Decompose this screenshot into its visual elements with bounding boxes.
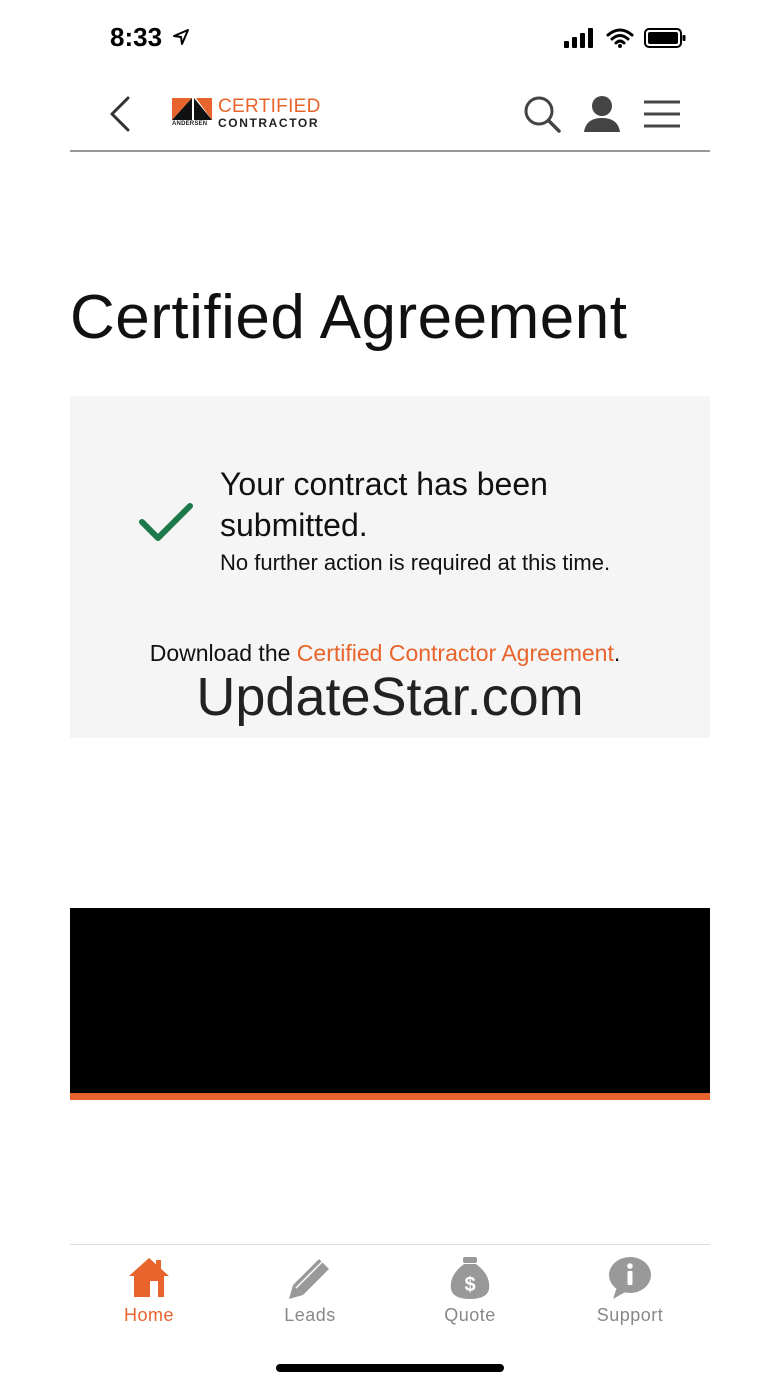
nav-quote-label: Quote [444, 1305, 496, 1325]
status-bar: 8:33 [0, 0, 780, 80]
andersen-logo-mark-icon [172, 98, 212, 120]
page-title: Certified Agreement [70, 283, 628, 352]
download-prefix: Download the [149, 640, 297, 666]
status-time: 8:33 [110, 22, 163, 52]
download-suffix: . [613, 640, 621, 666]
confirmation-panel: Your contract has been submitted. No fur… [70, 396, 710, 738]
download-line: Download the Certified Contractor Agreem… [70, 640, 700, 667]
nav-home-label: Home [123, 1305, 174, 1325]
location-arrow-icon [173, 29, 189, 45]
nav-support[interactable]: Support [570, 1255, 690, 1335]
nav-home[interactable]: Home [89, 1255, 209, 1335]
confirmation-heading: Your contract has been submitted. [220, 466, 548, 543]
user-profile-icon[interactable] [582, 94, 622, 134]
wifi-icon [606, 28, 634, 48]
battery-icon [644, 28, 686, 48]
home-icon [129, 1258, 169, 1297]
cellular-signal-icon [564, 28, 593, 48]
nav-leads-label: Leads [284, 1305, 336, 1325]
hamburger-menu-icon[interactable] [642, 98, 682, 130]
info-icon [609, 1257, 651, 1299]
promo-banner[interactable] [70, 908, 710, 1100]
app-header: CERTIFIED CONTRACTOR ANDERSEN [70, 80, 710, 152]
confirmation-subtext: No further action is required at this ti… [220, 550, 611, 575]
checkmark-icon [139, 503, 193, 541]
logo-line1: CERTIFIED [218, 96, 321, 117]
back-chevron-icon[interactable] [106, 94, 136, 134]
logo-brand: ANDERSEN [172, 121, 208, 127]
nav-quote[interactable]: $ Quote [410, 1255, 530, 1335]
pencil-icon [289, 1259, 329, 1299]
nav-support-label: Support [596, 1305, 664, 1325]
watermark-text: UpdateStar.com [196, 667, 584, 727]
nav-leads[interactable]: Leads [250, 1255, 370, 1335]
bottom-nav: Home Leads $ Quote Support [70, 1244, 710, 1334]
agreement-download-link[interactable]: Certified Contractor Agreement [297, 640, 614, 666]
certified-contractor-logo[interactable]: CERTIFIED CONTRACTOR ANDERSEN [172, 96, 322, 132]
svg-text:$: $ [464, 1274, 475, 1296]
search-icon[interactable] [522, 94, 562, 134]
home-indicator[interactable] [276, 1364, 504, 1372]
money-bag-icon: $ [450, 1257, 490, 1299]
logo-line2: CONTRACTOR [218, 116, 320, 130]
status-indicators [564, 28, 686, 48]
